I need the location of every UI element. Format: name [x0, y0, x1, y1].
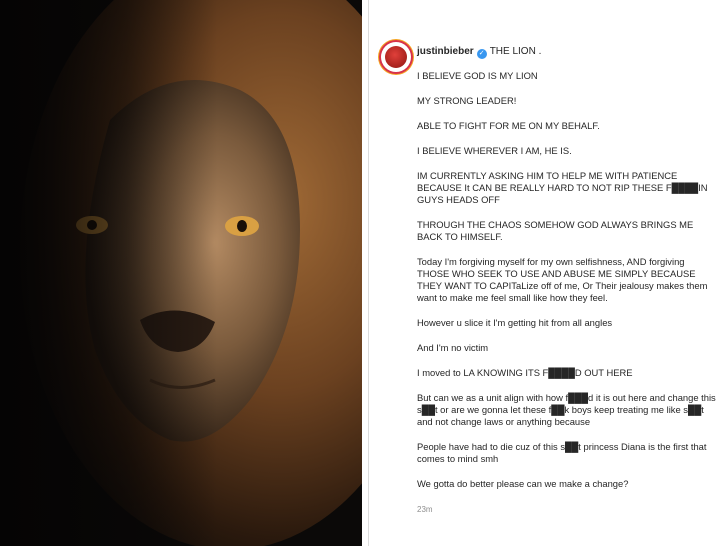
instagram-post: justinbieber ✓ THE LION . I BELIEVE GOD IS…: [368, 0, 728, 546]
caption-paragraph: But can we as a unit align with how f███…: [417, 392, 716, 427]
username-link[interactable]: justinbieber: [417, 46, 474, 57]
caption-paragraph: THROUGH THE CHAOS SOMEHOW GOD ALWAYS BRI…: [417, 219, 694, 242]
post-caption: I BELIEVE GOD IS MY LION MY STRONG LEADE…: [417, 70, 717, 503]
caption-paragraph: MY STRONG LEADER!: [417, 95, 517, 106]
caption-paragraph: I BELIEVE GOD IS MY LION: [417, 70, 538, 81]
caption-paragraph: IM CURRENTLY ASKING HIM TO HELP ME WITH …: [417, 170, 708, 205]
caption-paragraph: I moved to LA KNOWING ITS F████D OUT HER…: [417, 367, 633, 378]
lion-photo: [0, 0, 362, 546]
post-title-text: THE LION .: [489, 46, 542, 57]
post-timestamp[interactable]: 23m: [417, 505, 433, 514]
verified-badge-icon: ✓: [476, 49, 487, 59]
caption-paragraph: Today I'm forgiving myself for my own se…: [417, 256, 708, 303]
post-header: justinbieber ✓ THE LION .: [417, 46, 541, 59]
lion-image: [0, 0, 362, 546]
caption-paragraph: I BELIEVE WHEREVER I AM, HE IS.: [417, 145, 572, 156]
caption-paragraph: And I'm no victim: [417, 342, 489, 353]
caption-paragraph: However u slice it I'm getting hit from …: [417, 317, 613, 328]
caption-paragraph: People have had to die cuz of this s██t …: [417, 441, 707, 464]
profile-avatar[interactable]: [381, 42, 411, 72]
caption-paragraph: We gotta do better please can we make a …: [417, 478, 629, 489]
caption-paragraph: ABLE TO FIGHT FOR ME ON MY BEHALF.: [417, 120, 600, 131]
